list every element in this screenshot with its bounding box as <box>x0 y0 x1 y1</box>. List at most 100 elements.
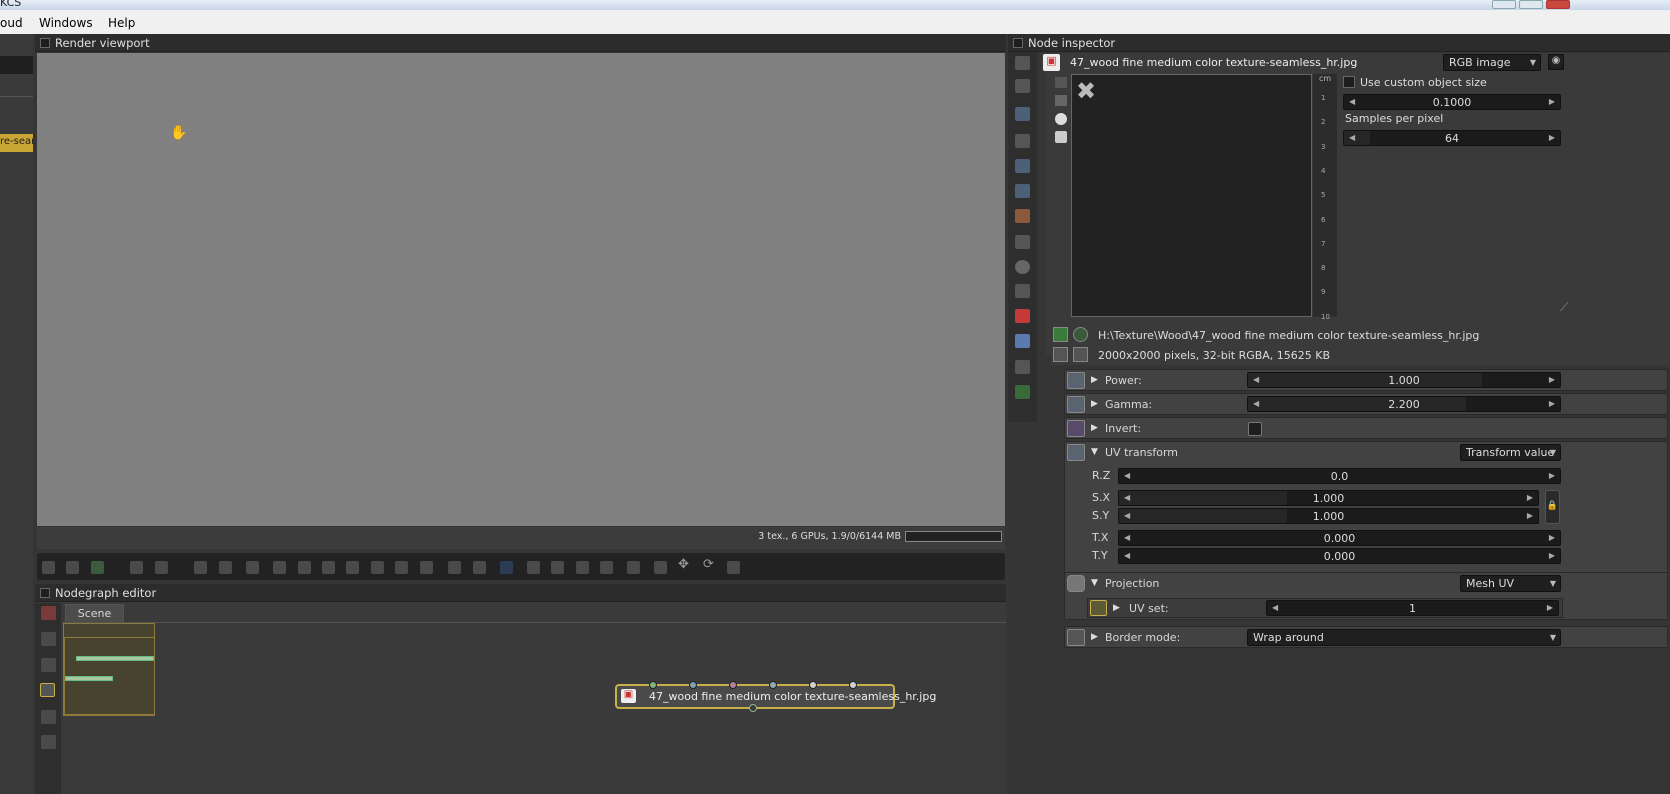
expand-arrow-icon[interactable]: ▶ <box>1091 632 1098 642</box>
gamma-slider[interactable]: ◀ 2.200 ▶ <box>1247 396 1561 412</box>
rz-slider[interactable]: ◀ 0.0 ▶ <box>1118 468 1561 484</box>
display-icon[interactable] <box>246 561 259 574</box>
uv-set-slider[interactable]: ◀ 1 ▶ <box>1266 600 1559 616</box>
load-file-icon[interactable] <box>1053 327 1068 342</box>
minimize-button[interactable] <box>1492 0 1516 9</box>
move-icon[interactable]: ✥ <box>678 557 691 572</box>
clock-icon[interactable] <box>1015 260 1030 274</box>
left-strip-item[interactable]: re-sean <box>0 134 33 152</box>
render-region-icon[interactable] <box>420 561 433 574</box>
menu-help[interactable]: Help <box>108 16 135 30</box>
expand-arrow-icon[interactable]: ▶ <box>1091 375 1098 385</box>
cube-preview-icon[interactable] <box>1055 131 1067 143</box>
material-node-icon[interactable] <box>41 710 56 724</box>
zoom-icon[interactable] <box>448 561 461 574</box>
preview-icon[interactable] <box>40 683 55 697</box>
node-tree-icon[interactable] <box>1015 56 1030 70</box>
lock-icon[interactable] <box>627 561 640 574</box>
gauge-icon[interactable] <box>500 561 513 574</box>
eye-icon[interactable]: ◉ <box>1548 54 1564 70</box>
border-mode-dropdown[interactable]: Wrap around ▼ <box>1247 629 1561 646</box>
realtime-icon[interactable] <box>42 561 55 574</box>
checker-preview-icon[interactable] <box>1055 95 1067 106</box>
node-input-pin[interactable] <box>689 681 697 689</box>
tx-slider[interactable]: ◀ 0.000 ▶ <box>1118 530 1561 546</box>
texture-node-icon[interactable] <box>41 735 56 749</box>
panel-checkbox[interactable] <box>1013 38 1023 48</box>
play-icon[interactable] <box>219 561 232 574</box>
copy-icon[interactable] <box>527 561 540 574</box>
light-icon[interactable] <box>1015 385 1030 399</box>
lock-scale-icon[interactable]: 🔒 <box>1545 490 1560 524</box>
white-balance-icon[interactable] <box>371 561 384 574</box>
save-icon[interactable] <box>551 561 564 574</box>
aspect-icon[interactable] <box>473 561 486 574</box>
node-input-pin[interactable] <box>649 681 657 689</box>
expand-arrow-icon[interactable]: ▶ <box>1091 399 1098 409</box>
panel-checkbox[interactable] <box>40 38 50 48</box>
node-input-pin[interactable] <box>769 681 777 689</box>
node-output-pin[interactable] <box>749 704 757 712</box>
expand-arrow-icon[interactable]: ▶ <box>1091 423 1098 433</box>
sy-slider[interactable]: ◀ 1.000 ▶ <box>1118 508 1539 524</box>
power-slider[interactable]: ◀ 1.000 ▶ <box>1247 372 1561 388</box>
sx-slider[interactable]: ◀ 1.000 ▶ <box>1118 490 1539 506</box>
restart-icon[interactable] <box>155 561 168 574</box>
reload-icon[interactable] <box>1073 327 1088 342</box>
sphere-preview-icon[interactable] <box>1055 113 1067 125</box>
menu-cloud[interactable]: oud <box>0 16 23 30</box>
fit-icon[interactable] <box>727 561 740 574</box>
stop-icon[interactable] <box>130 561 143 574</box>
cube-icon[interactable] <box>1015 309 1030 323</box>
scene-db-icon[interactable] <box>1015 184 1030 198</box>
invert-checkbox[interactable] <box>1248 422 1262 436</box>
nodegraph-minimap[interactable] <box>63 623 155 716</box>
texture-preview[interactable]: ✖ <box>1071 74 1312 317</box>
material-picker-icon[interactable] <box>298 561 311 574</box>
camera-icon[interactable] <box>1015 134 1030 148</box>
panel-checkbox[interactable] <box>40 588 50 598</box>
collapse-arrow-icon[interactable]: ▼ <box>1091 578 1098 588</box>
menu-windows[interactable]: Windows <box>39 16 93 30</box>
samples-per-pixel-slider[interactable]: ◀ 64 ▶ <box>1343 130 1561 146</box>
layers-icon[interactable] <box>600 561 613 574</box>
layers-icon[interactable] <box>1015 334 1030 348</box>
object-picker-icon[interactable] <box>322 561 335 574</box>
uv-transform-mode-dropdown[interactable]: Transform value ▼ <box>1460 444 1561 461</box>
region-icon[interactable] <box>66 561 79 574</box>
wrench-icon[interactable] <box>1073 347 1088 362</box>
grid-icon[interactable] <box>41 658 56 672</box>
color-icon[interactable] <box>91 561 104 574</box>
list-icon[interactable] <box>1015 79 1030 93</box>
resize-grip-icon[interactable]: ⟋ <box>1560 300 1574 314</box>
maximize-button[interactable] <box>1519 0 1543 9</box>
tab-scene[interactable]: Scene <box>65 604 124 622</box>
image-icon[interactable] <box>1015 107 1030 121</box>
expand-arrow-icon[interactable]: ▶ <box>1113 603 1120 613</box>
render-canvas[interactable]: ✋ <box>37 53 1005 526</box>
picture-icon[interactable] <box>1015 360 1030 374</box>
object-size-slider[interactable]: ◀ 0.1000 ▶ <box>1343 94 1561 110</box>
film-icon[interactable] <box>1053 347 1068 362</box>
node-input-pin[interactable] <box>849 681 857 689</box>
node-type-dropdown[interactable]: RGB image ▼ <box>1443 54 1541 71</box>
delete-node-icon[interactable] <box>41 606 56 620</box>
cube-icon[interactable] <box>654 561 667 574</box>
af-icon[interactable] <box>273 561 286 574</box>
database-icon[interactable] <box>1015 159 1030 173</box>
orbit-icon[interactable]: ⟳ <box>703 557 716 572</box>
arrange-icon[interactable] <box>41 632 56 646</box>
settings-icon[interactable] <box>1015 284 1030 298</box>
close-window-button[interactable] <box>1546 0 1570 9</box>
pause-icon[interactable] <box>194 561 207 574</box>
crop-icon[interactable] <box>395 561 408 574</box>
material-icon[interactable] <box>1015 209 1030 223</box>
node-input-pin[interactable] <box>729 681 737 689</box>
collapse-arrow-icon[interactable]: ▼ <box>1091 447 1098 457</box>
kernel-icon[interactable] <box>1015 235 1030 249</box>
export-icon[interactable] <box>576 561 589 574</box>
projection-mode-dropdown[interactable]: Mesh UV ▼ <box>1460 575 1561 592</box>
flat-preview-icon[interactable] <box>1055 77 1067 88</box>
ty-slider[interactable]: ◀ 0.000 ▶ <box>1118 548 1561 564</box>
focus-picker-icon[interactable] <box>346 561 359 574</box>
